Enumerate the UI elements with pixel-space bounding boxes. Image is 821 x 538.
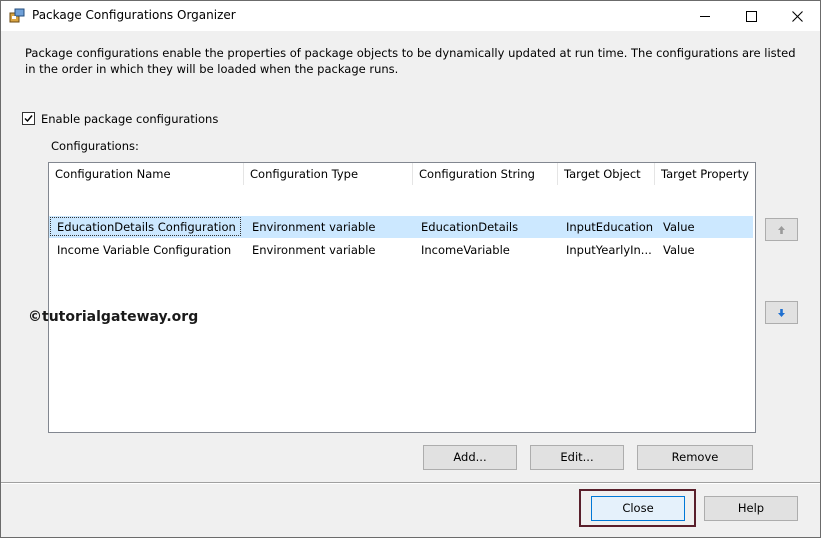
enable-configurations-label[interactable]: Enable package configurations (41, 112, 218, 126)
arrow-down-icon (778, 308, 785, 317)
remove-button[interactable]: Remove (637, 445, 753, 470)
list-header: Configuration Name Configuration Type Co… (49, 163, 755, 185)
dialog-window: Package Configurations Organizer Package… (0, 0, 821, 538)
configurations-list[interactable]: Configuration Name Configuration Type Co… (48, 162, 756, 433)
dialog-content: Package configurations enable the proper… (1, 31, 820, 537)
arrow-up-icon (778, 225, 785, 234)
maximize-button[interactable] (728, 1, 774, 31)
close-button[interactable]: Close (591, 496, 685, 521)
close-icon (791, 10, 803, 22)
column-header-target-property[interactable]: Target Property (655, 163, 753, 185)
edit-button[interactable]: Edit... (530, 445, 624, 470)
cell-configuration-type: Environment variable (252, 220, 376, 234)
cell-configuration-string: IncomeVariable (421, 243, 510, 257)
column-header-target-object[interactable]: Target Object (558, 163, 655, 185)
close-window-button[interactable] (774, 1, 820, 31)
description-text: Package configurations enable the proper… (25, 46, 796, 76)
help-button[interactable]: Help (704, 496, 798, 521)
table-row-selected[interactable]: EducationDetails Configuration Environme… (49, 216, 753, 238)
maximize-icon (745, 10, 757, 22)
title-bar: Package Configurations Organizer (1, 1, 820, 31)
footer-separator-highlight (1, 483, 820, 484)
cell-target-property: Value (663, 243, 695, 257)
cell-configuration-name: EducationDetails Configuration (57, 220, 236, 234)
checkmark-icon (24, 115, 33, 123)
minimize-icon (700, 15, 710, 17)
add-button[interactable]: Add... (423, 445, 517, 470)
cell-configuration-name: Income Variable Configuration (57, 243, 232, 257)
column-header-configuration-type[interactable]: Configuration Type (244, 163, 413, 185)
column-header-configuration-string[interactable]: Configuration String (413, 163, 558, 185)
cell-target-object: InputEducation (566, 220, 654, 234)
enable-configurations-checkbox[interactable] (22, 112, 35, 125)
minimize-button[interactable] (682, 1, 728, 31)
table-row[interactable]: Income Variable Configuration Environmen… (49, 239, 753, 261)
watermark-text: ©tutorialgateway.org (28, 309, 199, 325)
move-down-button[interactable] (765, 301, 798, 324)
cell-target-property: Value (663, 220, 695, 234)
cell-target-object: InputYearlyIn... (566, 243, 652, 257)
cell-configuration-type: Environment variable (252, 243, 376, 257)
package-icon (9, 8, 25, 23)
configurations-label: Configurations: (51, 139, 139, 153)
move-up-button[interactable] (765, 218, 798, 241)
column-header-configuration-name[interactable]: Configuration Name (49, 163, 244, 185)
window-title: Package Configurations Organizer (32, 8, 236, 22)
cell-configuration-string: EducationDetails (421, 220, 519, 234)
